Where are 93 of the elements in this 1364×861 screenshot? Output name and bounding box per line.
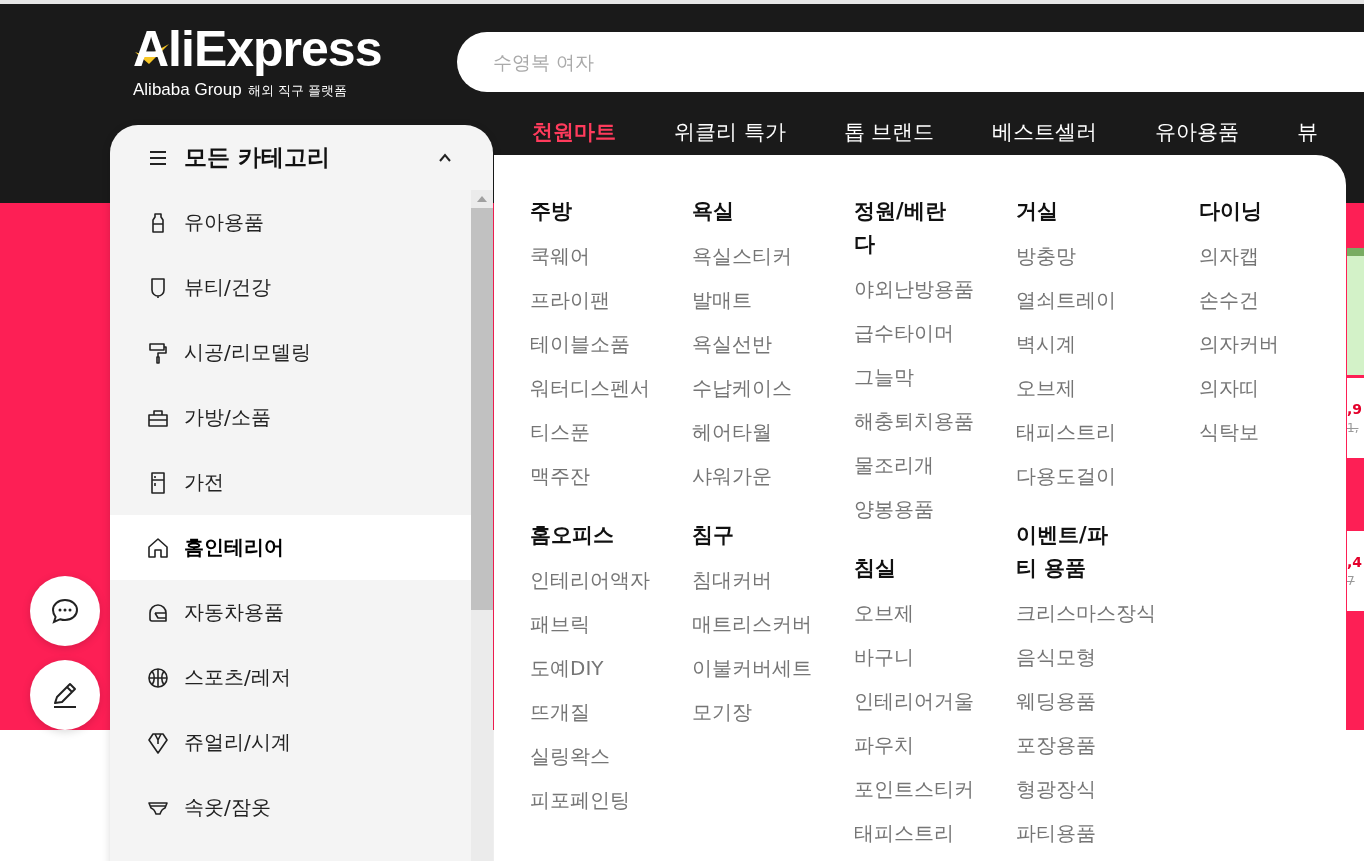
submenu-link[interactable]: 의자커버 <box>1199 322 1339 366</box>
submenu-link[interactable]: 열쇠트레이 <box>1016 278 1199 322</box>
submenu-link[interactable]: 크리스마스장식 <box>1016 591 1199 635</box>
submenu-link[interactable]: 매트리스커버 <box>692 602 854 646</box>
submenu-link[interactable]: 오브제 <box>854 591 1016 635</box>
category-item[interactable]: 자동차용품 <box>110 580 471 645</box>
submenu-link[interactable]: 욕실스티커 <box>692 234 854 278</box>
submenu-link[interactable]: 헤어타월 <box>692 410 854 454</box>
nav-link[interactable]: 베스트셀러 <box>992 120 1098 144</box>
submenu-link[interactable]: 오브제 <box>1016 366 1199 410</box>
submenu-link[interactable]: 방충망 <box>1016 234 1199 278</box>
submenu-link[interactable]: 해충퇴치용품 <box>854 399 1016 443</box>
nav-link[interactable]: 유아용품 <box>1155 120 1240 144</box>
category-item[interactable]: 가전 <box>110 450 471 515</box>
nav-link[interactable]: 천원마트 <box>532 120 616 144</box>
submenu-link[interactable]: 욕실선반 <box>692 322 854 366</box>
category-item[interactable]: 뷰티/건강 <box>110 255 471 320</box>
category-icon <box>146 340 170 365</box>
submenu-link[interactable]: 그늘막 <box>854 355 1016 399</box>
submenu-link[interactable]: 태피스트리 <box>1016 410 1199 454</box>
category-item[interactable]: 유아용품 <box>110 190 471 255</box>
submenu-link[interactable]: 인테리어거울 <box>854 679 1016 723</box>
submenu-link[interactable]: 샤워가운 <box>692 454 854 498</box>
submenu-link[interactable]: 음식모형 <box>1016 635 1199 679</box>
category-item[interactable]: 쥬얼리/시계 <box>110 710 471 775</box>
logo-wordmark[interactable]: AliExpress <box>133 21 382 77</box>
submenu-link[interactable]: 식탁보 <box>1199 410 1339 454</box>
submenu-link[interactable]: 손수건 <box>1199 278 1339 322</box>
submenu-link[interactable]: 침대커버 <box>692 558 854 602</box>
submenu-link[interactable]: 바구니 <box>854 635 1016 679</box>
logo-tagline: 해외 직구 플랫폼 <box>247 82 347 100</box>
submenu-heading[interactable]: 다이닝 <box>1199 195 1299 228</box>
submenu-link[interactable]: 프라이팬 <box>530 278 692 322</box>
submenu-heading[interactable]: 홈오피스 <box>530 519 630 552</box>
category-item[interactable]: 가방/소품 <box>110 385 471 450</box>
submenu-link[interactable]: 포장용품 <box>1016 723 1199 767</box>
submenu-link[interactable]: 모기장 <box>692 690 854 734</box>
submenu-heading[interactable]: 거실 <box>1016 195 1116 228</box>
submenu-link[interactable]: 패브릭 <box>530 602 692 646</box>
submenu-link[interactable]: 발매트 <box>692 278 854 322</box>
product-price: ,9 <box>1347 400 1364 419</box>
submenu-link[interactable]: 태피스트리 <box>854 811 1016 855</box>
submenu-link[interactable]: 워터디스펜서 <box>530 366 692 410</box>
submenu-heading[interactable]: 침실 <box>854 552 954 585</box>
submenu-link[interactable]: 인테리어액자 <box>530 558 692 602</box>
category-title: 모든 카테고리 <box>184 143 331 172</box>
product-card[interactable]: ,9 1, <box>1347 378 1364 458</box>
submenu-link[interactable]: 웨딩용품 <box>1016 679 1199 723</box>
submenu-link[interactable]: 포인트스티커 <box>854 767 1016 811</box>
submenu-link[interactable]: 이불커버세트 <box>692 646 854 690</box>
category-item[interactable]: 홈인테리어 <box>110 515 471 580</box>
submenu-link[interactable]: 티스푼 <box>530 410 692 454</box>
category-icon <box>146 535 170 560</box>
submenu-link[interactable]: 맥주잔 <box>530 454 692 498</box>
submenu-link[interactable]: 의자캡 <box>1199 234 1339 278</box>
nav-link[interactable]: 뷰 <box>1297 120 1319 144</box>
nav-link[interactable]: 톱 브랜드 <box>843 120 935 144</box>
category-icon <box>146 665 170 690</box>
submenu-link[interactable]: 양봉용품 <box>854 487 1016 531</box>
category-item[interactable]: 속옷/잠옷 <box>110 775 471 840</box>
submenu-link[interactable]: 야외난방용품 <box>854 267 1016 311</box>
submenu-link[interactable]: 뜨개질 <box>530 690 692 734</box>
submenu-link[interactable]: 쿡웨어 <box>530 234 692 278</box>
submenu-heading[interactable]: 욕실 <box>692 195 792 228</box>
category-item[interactable]: 스포츠/레저 <box>110 645 471 710</box>
submenu-heading[interactable]: 침구 <box>692 519 792 552</box>
submenu-link[interactable]: 물조리개 <box>854 443 1016 487</box>
logo-subtitle: Alibaba Group <box>133 80 242 100</box>
scrollbar-thumb[interactable] <box>471 208 493 610</box>
search-field[interactable]: 수영복 여자 <box>457 32 1364 92</box>
submenu-link[interactable]: 테이블소품 <box>530 322 692 366</box>
submenu-link[interactable]: 형광장식 <box>1016 767 1199 811</box>
submenu-link[interactable]: 파우치 <box>854 723 1016 767</box>
old-price: 1, <box>1347 420 1360 437</box>
submenu-link[interactable]: 의자띠 <box>1199 366 1339 410</box>
submenu-heading[interactable]: 주방 <box>530 195 630 228</box>
category-item[interactable]: 시공/리모델링 <box>110 320 471 385</box>
nav-link[interactable]: 위클리 특가 <box>674 120 786 144</box>
submenu-link[interactable]: 도예DIY <box>530 646 692 690</box>
submenu-link[interactable]: 급수타이머 <box>854 311 1016 355</box>
submenu-link[interactable]: 피포페인팅 <box>530 778 692 822</box>
submenu-link[interactable]: 다용도걸이 <box>1016 454 1199 498</box>
submenu-heading[interactable]: 이벤트/파티 용품 <box>1016 519 1116 585</box>
submenu-link[interactable]: 실링왁스 <box>530 734 692 778</box>
category-icon <box>146 730 170 755</box>
submenu-link[interactable]: 벽시계 <box>1016 322 1199 366</box>
product-price: ,4 <box>1347 553 1364 572</box>
submenu-heading[interactable]: 정원/베란다 <box>854 195 954 261</box>
product-card[interactable]: ,4 7 <box>1347 531 1364 611</box>
old-price: 7 <box>1347 573 1356 590</box>
scrollbar[interactable] <box>471 190 493 861</box>
submenu-link[interactable]: 수납케이스 <box>692 366 854 410</box>
submenu-link[interactable]: 파티용품 <box>1016 811 1199 855</box>
